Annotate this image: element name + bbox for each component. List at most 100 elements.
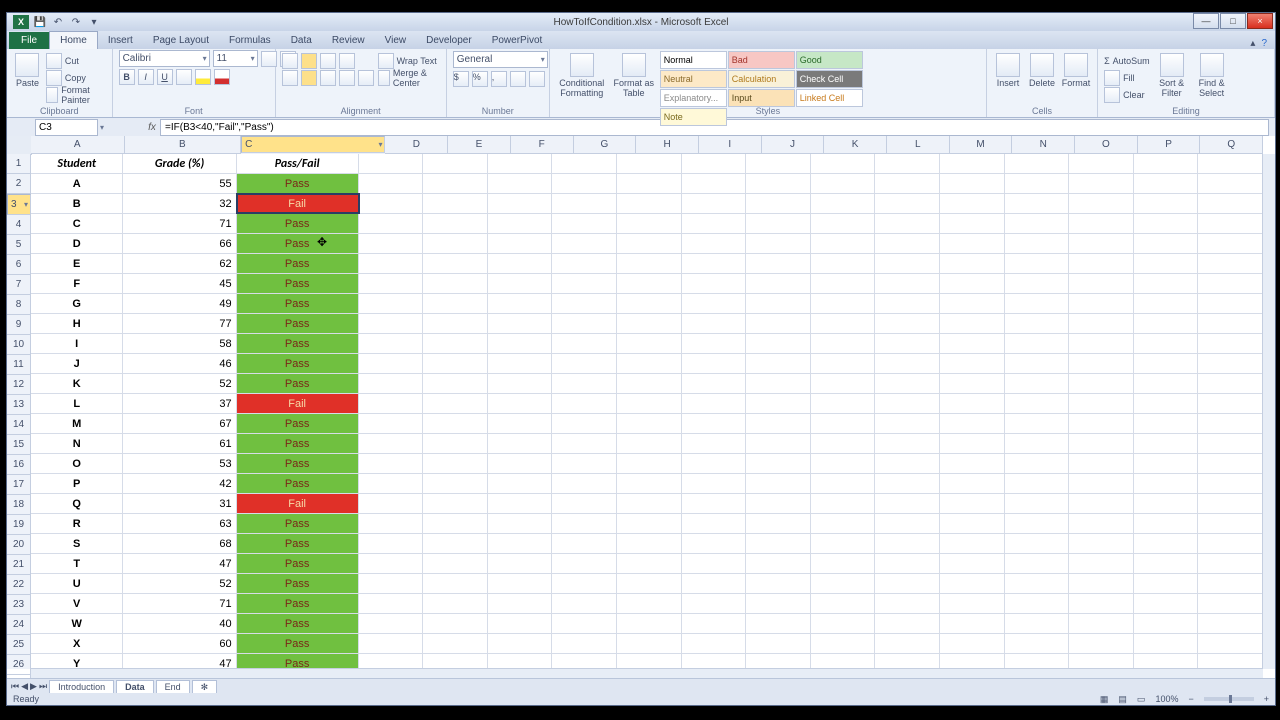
cell[interactable] <box>940 634 1005 653</box>
cell[interactable] <box>1069 274 1134 293</box>
cell[interactable] <box>746 614 811 633</box>
cell[interactable] <box>940 494 1005 513</box>
cell[interactable] <box>746 434 811 453</box>
cell[interactable] <box>423 374 488 393</box>
cell[interactable] <box>617 514 682 533</box>
cell[interactable]: 37 <box>123 394 236 413</box>
cell[interactable] <box>423 354 488 373</box>
cell[interactable] <box>875 614 940 633</box>
conditional-formatting-button[interactable]: Conditional Formatting <box>556 51 608 103</box>
cell[interactable] <box>423 574 488 593</box>
zoom-out-icon[interactable]: − <box>1188 694 1193 704</box>
cell[interactable] <box>617 214 682 233</box>
cell[interactable] <box>746 334 811 353</box>
style-chip[interactable]: Explanatory... <box>660 89 727 107</box>
cell[interactable] <box>359 474 424 493</box>
cell[interactable] <box>682 334 747 353</box>
cell[interactable] <box>811 394 876 413</box>
cell[interactable] <box>682 374 747 393</box>
cell[interactable] <box>1069 414 1134 433</box>
cell[interactable] <box>875 154 940 173</box>
style-chip[interactable]: Bad <box>728 51 795 69</box>
paste-button[interactable]: Paste <box>13 51 42 103</box>
cell[interactable]: Pass <box>237 514 359 533</box>
cell[interactable] <box>940 614 1005 633</box>
cell[interactable] <box>552 514 617 533</box>
cell[interactable] <box>682 194 747 213</box>
cell[interactable]: O <box>31 454 123 473</box>
cell[interactable] <box>1069 234 1134 253</box>
cell[interactable]: F <box>31 274 123 293</box>
minimize-button[interactable]: — <box>1193 13 1219 29</box>
cell[interactable]: 46 <box>123 354 236 373</box>
cell[interactable] <box>488 474 553 493</box>
cell[interactable]: 63 <box>123 514 236 533</box>
cell[interactable] <box>875 334 940 353</box>
cell[interactable] <box>552 334 617 353</box>
cell[interactable] <box>811 514 876 533</box>
cell[interactable] <box>423 334 488 353</box>
cell[interactable] <box>1198 594 1263 613</box>
cell[interactable]: C <box>31 214 123 233</box>
cell[interactable] <box>617 334 682 353</box>
cell[interactable] <box>552 274 617 293</box>
cell[interactable] <box>811 154 876 173</box>
grow-font-icon[interactable] <box>261 51 277 67</box>
cell[interactable] <box>423 494 488 513</box>
cell[interactable]: 68 <box>123 534 236 553</box>
cell[interactable] <box>1005 554 1070 573</box>
cell[interactable] <box>682 154 747 173</box>
row-headers[interactable]: 1234567891011121314151617181920212223242… <box>7 154 31 669</box>
save-icon[interactable]: 💾 <box>33 15 47 29</box>
cell[interactable] <box>1005 214 1070 233</box>
cell[interactable] <box>875 354 940 373</box>
cell[interactable] <box>940 154 1005 173</box>
cell[interactable] <box>1198 214 1263 233</box>
cell[interactable] <box>1069 434 1134 453</box>
cell[interactable] <box>940 574 1005 593</box>
cell[interactable]: K <box>31 374 123 393</box>
cell[interactable] <box>1005 314 1070 333</box>
cell[interactable]: Pass <box>237 254 359 273</box>
cell[interactable] <box>359 434 424 453</box>
font-size-select[interactable]: 11 <box>213 50 258 67</box>
cell[interactable] <box>359 194 424 213</box>
cell[interactable] <box>682 254 747 273</box>
comma-icon[interactable]: , <box>491 71 507 87</box>
cell[interactable] <box>488 354 553 373</box>
cell[interactable] <box>1069 374 1134 393</box>
cell[interactable] <box>552 394 617 413</box>
cell[interactable] <box>1198 514 1263 533</box>
cell[interactable] <box>746 594 811 613</box>
delete-cells-button[interactable]: Delete <box>1027 51 1057 103</box>
cell[interactable] <box>488 574 553 593</box>
cell[interactable] <box>617 614 682 633</box>
align-bottom-icon[interactable] <box>320 53 336 69</box>
cell[interactable] <box>746 234 811 253</box>
file-tab[interactable]: File <box>9 32 49 49</box>
cell[interactable] <box>488 214 553 233</box>
cell[interactable] <box>746 574 811 593</box>
vertical-scrollbar[interactable] <box>1262 154 1275 669</box>
row-header[interactable]: 20 <box>7 535 31 555</box>
cell[interactable] <box>552 314 617 333</box>
cell[interactable] <box>746 534 811 553</box>
cell[interactable] <box>1134 534 1199 553</box>
cell[interactable] <box>552 354 617 373</box>
sheet-nav-last-icon[interactable]: ⏭ <box>39 681 47 692</box>
view-normal-icon[interactable]: ▦ <box>1100 694 1109 705</box>
cell[interactable] <box>1134 314 1199 333</box>
cell[interactable] <box>617 194 682 213</box>
cell[interactable] <box>1198 454 1263 473</box>
cell[interactable] <box>617 474 682 493</box>
cell[interactable] <box>552 614 617 633</box>
cell[interactable] <box>488 434 553 453</box>
cell[interactable] <box>746 414 811 433</box>
redo-icon[interactable]: ↷ <box>69 15 83 29</box>
cell[interactable] <box>488 374 553 393</box>
cell[interactable] <box>359 234 424 253</box>
column-header[interactable]: F <box>511 136 574 154</box>
cell[interactable] <box>746 374 811 393</box>
cell[interactable] <box>875 234 940 253</box>
cell[interactable]: Pass <box>237 374 359 393</box>
